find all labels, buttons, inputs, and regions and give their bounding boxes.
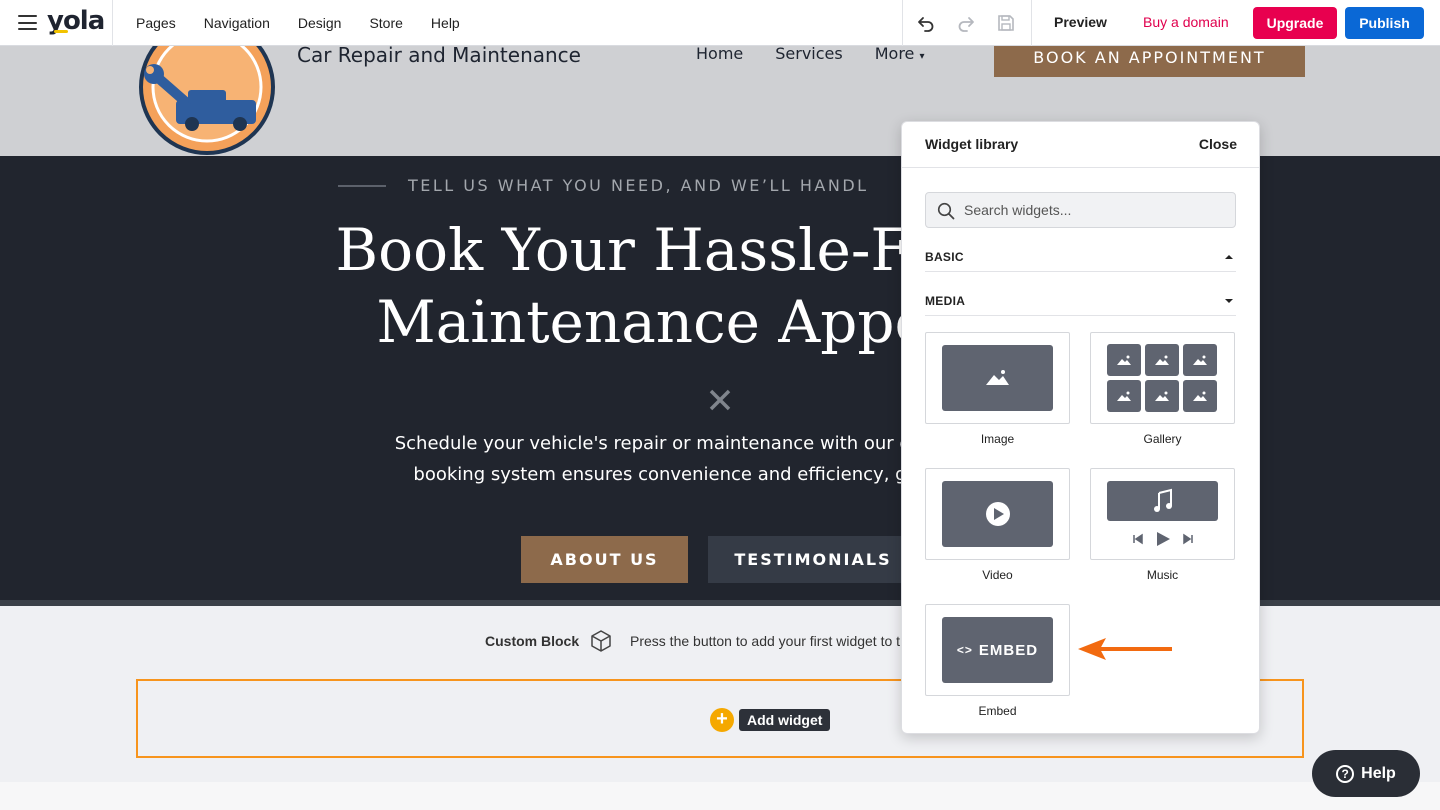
editor-nav: Pages Navigation Design Store Help (122, 0, 474, 46)
embed-preview-text: EMBED (978, 641, 1039, 659)
image-icon (1155, 391, 1169, 401)
widget-label: Music (1146, 568, 1179, 582)
image-icon (1155, 355, 1169, 365)
publish-button[interactable]: Publish (1345, 7, 1424, 39)
gallery-cell (1145, 344, 1179, 376)
image-icon (1117, 355, 1131, 365)
site-nav-more[interactable]: More ▾ (875, 44, 925, 63)
eyebrow-rule (338, 185, 386, 187)
widget-label: Embed (978, 704, 1017, 718)
add-widget-button[interactable]: Add widget (739, 709, 831, 731)
nav-help[interactable]: Help (417, 15, 474, 31)
widget-tile-gallery[interactable] (1090, 332, 1235, 424)
logo-accent (54, 30, 68, 33)
hamburger-menu-icon[interactable] (18, 15, 37, 30)
panel-title: Widget library (925, 136, 1019, 152)
gallery-cell (1183, 344, 1217, 376)
widget-search (925, 192, 1236, 228)
image-preview (942, 345, 1053, 411)
toolbar-divider (1031, 0, 1032, 46)
widget-tile-image[interactable] (925, 332, 1070, 424)
about-us-button[interactable]: ABOUT US (521, 536, 688, 583)
arrow-left-icon (1078, 638, 1172, 660)
site-nav-services[interactable]: Services (775, 44, 842, 63)
image-icon (1193, 391, 1207, 401)
gallery-cell (1183, 380, 1217, 412)
section-media[interactable]: MEDIA (925, 290, 1236, 316)
image-icon (986, 370, 1009, 385)
search-icon (937, 202, 955, 220)
redo-icon[interactable] (954, 11, 978, 35)
close-x-icon (709, 389, 731, 411)
site-nav-home[interactable]: Home (696, 44, 743, 63)
add-widget-plus-icon[interactable]: + (710, 708, 734, 732)
search-input[interactable] (964, 199, 1224, 221)
toolbar-divider (112, 0, 113, 46)
widget-tile-video[interactable] (925, 468, 1070, 560)
section-label: MEDIA (925, 294, 966, 308)
play-circle-icon (986, 502, 1010, 526)
preview-button[interactable]: Preview (1054, 14, 1107, 30)
site-title[interactable]: Car Repair and Maintenance (297, 43, 581, 67)
widget-label: Video (982, 568, 1013, 582)
save-icon[interactable] (994, 11, 1018, 35)
panel-header: Widget library Close (902, 122, 1259, 168)
video-preview (942, 481, 1053, 547)
gallery-cell (1145, 380, 1179, 412)
section-label: BASIC (925, 250, 964, 264)
hero-eyebrow: TELL US WHAT YOU NEED, AND WE’LL HANDL (408, 176, 869, 195)
music-preview (1107, 481, 1218, 521)
caret-up-icon (1225, 255, 1233, 259)
nav-store[interactable]: Store (355, 15, 416, 31)
gallery-cell (1107, 380, 1141, 412)
nav-pages[interactable]: Pages (122, 15, 190, 31)
widget-tile-embed[interactable]: <> EMBED (925, 604, 1070, 696)
undo-icon[interactable] (914, 11, 938, 35)
upgrade-button[interactable]: Upgrade (1253, 7, 1337, 39)
close-button[interactable]: Close (1199, 136, 1237, 152)
widget-tile-music[interactable] (1090, 468, 1235, 560)
music-note-icon (1154, 488, 1172, 512)
help-label: Help (1361, 764, 1396, 782)
editor-toolbar: yola Pages Navigation Design Store Help … (0, 0, 1440, 46)
caret-down-icon (1225, 299, 1233, 303)
code-icon: <> (956, 643, 973, 657)
caret-down-icon: ▾ (919, 51, 925, 62)
custom-block-hint: Press the button to add your first widge… (630, 633, 901, 649)
testimonials-button[interactable]: TESTIMONIALS (708, 536, 918, 583)
buy-domain-link[interactable]: Buy a domain (1143, 14, 1229, 30)
gallery-cell (1107, 344, 1141, 376)
section-basic[interactable]: BASIC (925, 246, 1236, 272)
site-nav: Home Services More ▾ (696, 44, 925, 63)
image-icon (1193, 355, 1207, 365)
image-icon (1117, 391, 1131, 401)
question-icon: ? (1336, 764, 1355, 783)
widget-label: Image (980, 432, 1015, 446)
nav-navigation[interactable]: Navigation (190, 15, 284, 31)
site-nav-more-label: More (874, 44, 915, 63)
custom-block-label: Custom Block (485, 633, 580, 649)
help-button[interactable]: ? Help (1312, 750, 1420, 797)
music-controls (1133, 532, 1193, 546)
nav-design[interactable]: Design (284, 15, 356, 31)
widget-label: Gallery (1143, 432, 1182, 446)
embed-preview: <> EMBED (942, 617, 1053, 683)
toolbar-divider (902, 0, 903, 46)
cube-icon (591, 630, 611, 652)
